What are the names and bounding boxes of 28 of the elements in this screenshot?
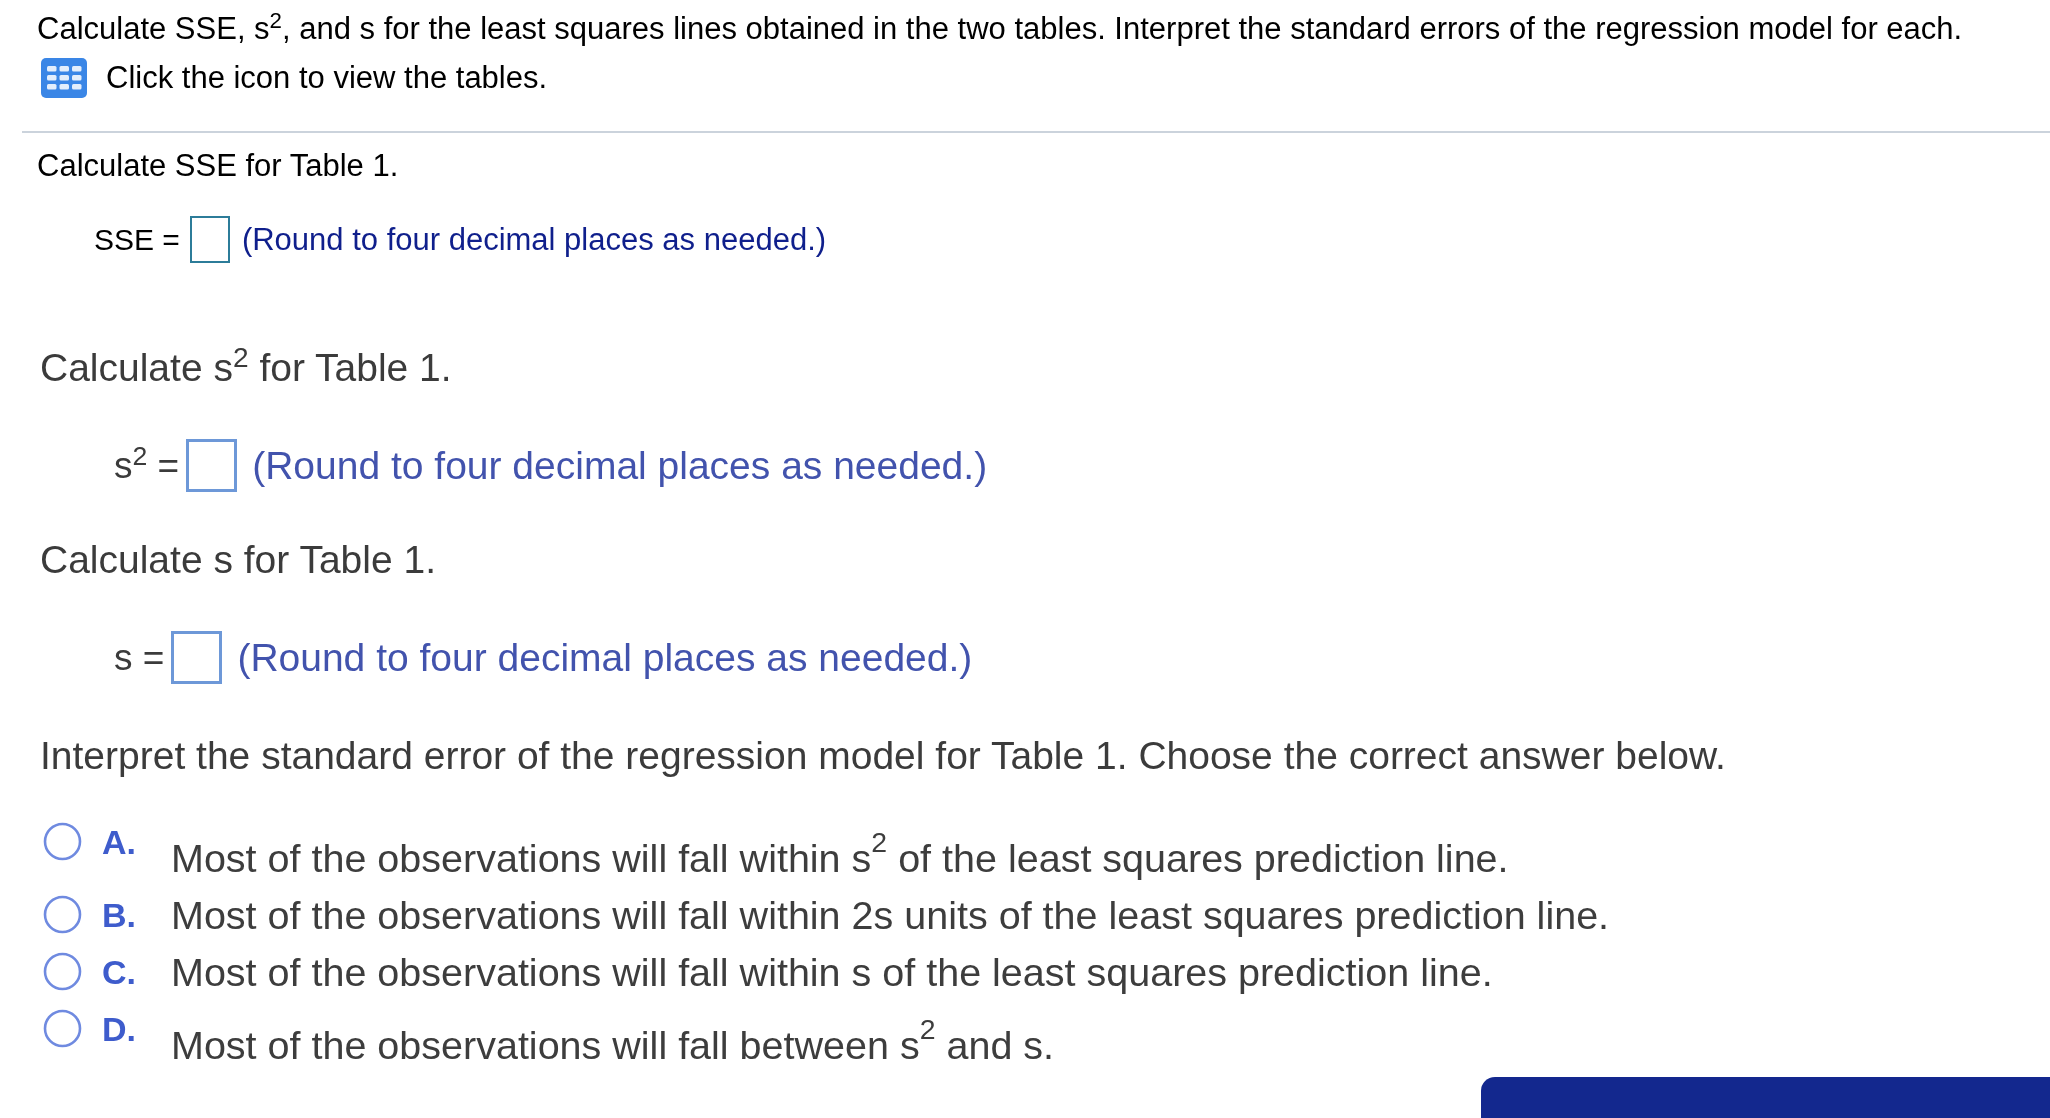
question-prompt: Interpret the standard error of the regression model for Table 1. Choose the correct answer below. <box>40 733 1727 779</box>
option-letter: D. <box>102 1009 137 1050</box>
equation-label: s = <box>114 635 165 680</box>
option-text: Most of the observations will fall within s$^{2}$ of the least squares prediction line. <box>171 825 1509 881</box>
option-letter: C. <box>102 952 137 993</box>
question-text: Calculate SSE, s$^{2}$, and s for the least squares lines obtained in the two tables. Interpret the standard errors of the regression model for each. <box>37 10 1964 48</box>
step-prompt: Calculate s for Table 1. <box>40 537 437 583</box>
rounding-hint: (Round to four decimal places as needed.) <box>252 442 988 489</box>
option-letter: A. <box>102 822 137 863</box>
option-text: Most of the observations will fall between s$^{2}$ and s. <box>171 1012 1055 1068</box>
option-text: Most of the observations will fall within 2s units of the least squares prediction line. <box>171 892 1610 938</box>
option-text: Most of the observations will fall within s of the least squares prediction line. <box>171 949 1493 995</box>
step-prompt: Calculate SSE for Table 1. <box>37 147 400 185</box>
radio-button[interactable] <box>43 952 82 991</box>
answer-box[interactable] <box>171 631 223 684</box>
rounding-hint: (Round to four decimal places as needed.) <box>237 634 973 681</box>
radio-button[interactable] <box>43 895 82 934</box>
answer-box[interactable] <box>189 216 230 263</box>
equation-label: s$^{2}$ = <box>114 442 180 488</box>
step-prompt: Calculate s$^{2}$ for Table 1. <box>40 345 453 391</box>
radio-button[interactable] <box>43 1009 82 1048</box>
equation-label: SSE = <box>94 221 180 258</box>
instruction-text: Click the icon to view the tables. <box>106 59 548 97</box>
radio-button[interactable] <box>43 822 82 861</box>
table-icon[interactable] <box>41 58 87 98</box>
rounding-hint: (Round to four decimal places as needed.) <box>241 220 827 259</box>
answer-box[interactable] <box>186 439 238 492</box>
option-letter: B. <box>102 895 137 936</box>
